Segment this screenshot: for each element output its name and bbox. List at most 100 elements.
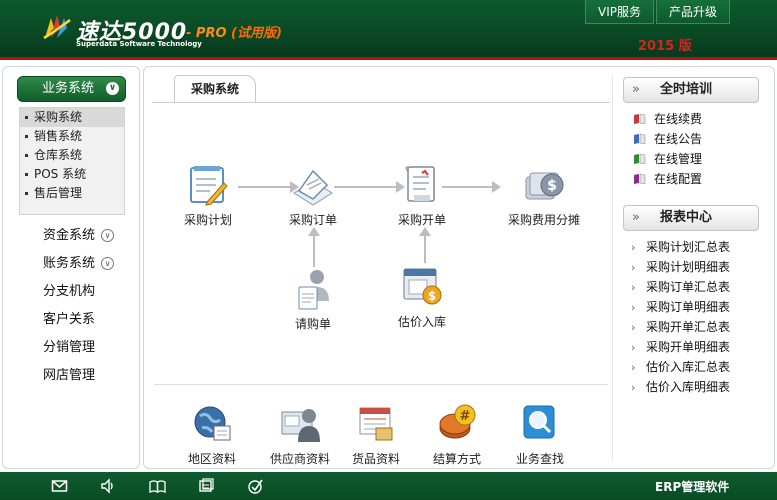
chevron-right-icon: › xyxy=(631,381,636,394)
quick-label: 业务查找 xyxy=(515,452,564,466)
report-link-label: 采购计划汇总表 xyxy=(646,240,731,254)
report-link-label: 估价入库汇总表 xyxy=(646,360,731,374)
window-icon[interactable] xyxy=(198,478,215,494)
panel-divider xyxy=(612,75,613,461)
book-icon xyxy=(634,173,646,184)
flow-node-label: 估价入库 xyxy=(397,315,446,329)
mail-icon[interactable] xyxy=(51,478,68,494)
sidebar-item-funds[interactable]: 资金系统 ∨ xyxy=(43,224,115,243)
report-link-label: 采购计划明细表 xyxy=(646,260,731,274)
sidebar-group-business[interactable]: 业务系统 ∨ xyxy=(17,76,126,102)
report-center-title: 报表中心 xyxy=(660,210,713,225)
logo-mark-icon xyxy=(43,15,71,40)
flow-node-label: 采购计划 xyxy=(183,213,232,227)
book-icon xyxy=(634,133,646,144)
version-year: 2015 版 xyxy=(638,39,692,54)
book-icon xyxy=(634,113,646,124)
quick-business-search[interactable]: 业务查找 xyxy=(495,402,585,467)
report-link[interactable]: › 估价入库汇总表 xyxy=(631,358,730,375)
report-link[interactable]: › 估价入库明细表 xyxy=(631,378,730,395)
report-center-header: » 报表中心 xyxy=(623,205,759,231)
report-link[interactable]: › 采购开单汇总表 xyxy=(631,318,730,335)
training-title: 全时培训 xyxy=(660,82,713,97)
report-link[interactable]: › 采购订单明细表 xyxy=(631,298,730,315)
check-icon[interactable] xyxy=(247,478,264,494)
book-icon[interactable] xyxy=(149,478,166,494)
training-link-label: 在线管理 xyxy=(654,152,703,166)
sidebar: 业务系统 ∨ 采购系统 销售系统 仓库系统 POS 系统 售后管理 资金系统 ∨ … xyxy=(2,66,140,469)
chevron-down-icon: ∨ xyxy=(101,229,115,242)
chevron-right-icon: › xyxy=(631,341,636,354)
business-submenu: 采购系统 销售系统 仓库系统 POS 系统 售后管理 xyxy=(19,107,125,215)
report-link[interactable]: › 采购计划明细表 xyxy=(631,258,730,275)
report-link-label: 采购订单明细表 xyxy=(646,300,731,314)
quick-region-data[interactable]: 地区资料 xyxy=(167,402,257,467)
quick-goods-data[interactable]: 货品资料 xyxy=(331,402,421,467)
quick-label: 结算方式 xyxy=(432,452,481,466)
footer-text: ERP管理软件 xyxy=(655,480,730,494)
training-link-config[interactable]: 在线配置 xyxy=(633,170,702,187)
book-icon xyxy=(634,153,646,164)
chevron-right-icon: › xyxy=(631,321,636,334)
svg-text:$: $ xyxy=(547,178,557,194)
flow-node-cost-allocation[interactable]: $ 采购费用分摊 xyxy=(494,163,594,228)
quick-label: 货品资料 xyxy=(351,452,400,466)
sidebar-item-crm[interactable]: 客户关系 xyxy=(43,308,95,327)
submenu-item-warehouse[interactable]: 仓库系统 xyxy=(20,146,124,165)
supplier-icon xyxy=(278,402,322,446)
report-link-label: 采购开单明细表 xyxy=(646,340,731,354)
speaker-icon[interactable] xyxy=(100,478,117,494)
report-link[interactable]: › 采购计划汇总表 xyxy=(631,238,730,255)
flow-node-label: 采购订单 xyxy=(288,213,337,227)
report-link-label: 估价入库明细表 xyxy=(646,380,731,394)
sidebar-item-online-store[interactable]: 网店管理 xyxy=(43,364,95,383)
tab-purchase[interactable]: 采购系统 xyxy=(174,75,256,102)
flow-node-purchase-bill[interactable]: 采购开单 xyxy=(377,163,467,228)
submenu-item-pos[interactable]: POS 系统 xyxy=(20,165,124,184)
flow-arrow xyxy=(308,227,320,267)
training-link-label: 在线配置 xyxy=(654,172,703,186)
chevron-right-icon: › xyxy=(631,301,636,314)
submenu-item-after-sales[interactable]: 售后管理 xyxy=(20,184,124,203)
training-link-notice[interactable]: 在线公告 xyxy=(633,130,702,147)
flow-node-purchase-order[interactable]: 采购订单 xyxy=(268,163,358,228)
training-link-renew[interactable]: 在线续费 xyxy=(633,110,702,127)
flow-node-label: 采购费用分摊 xyxy=(507,213,580,227)
sidebar-item-distribution[interactable]: 分销管理 xyxy=(43,336,95,355)
sidebar-item-accounts[interactable]: 账务系统 ∨ xyxy=(43,252,115,271)
edition-label: - PRO (试用版) xyxy=(186,22,282,41)
goods-icon xyxy=(354,402,398,446)
svg-text:$: $ xyxy=(428,289,436,303)
order-icon xyxy=(291,163,335,207)
globe-icon xyxy=(190,402,234,446)
trial-label: (试用版) xyxy=(231,26,282,41)
sidebar-item-label: 资金系统 xyxy=(43,228,96,243)
training-header: » 全时培训 xyxy=(623,77,759,103)
product-upgrade-button[interactable]: 产品升级 xyxy=(656,0,731,24)
chevron-down-icon: ∨ xyxy=(106,82,119,95)
flow-node-requisition[interactable]: 请购单 xyxy=(268,267,358,332)
flow-node-label: 采购开单 xyxy=(397,213,446,227)
training-link-label: 在线续费 xyxy=(654,112,703,126)
report-link-label: 采购开单汇总表 xyxy=(646,320,731,334)
chevron-right-icon: › xyxy=(631,361,636,374)
double-chevron-icon: » xyxy=(632,82,640,97)
report-link[interactable]: › 采购订单汇总表 xyxy=(631,278,730,295)
training-link-manage[interactable]: 在线管理 xyxy=(633,150,702,167)
sidebar-group-label: 业务系统 xyxy=(42,81,95,96)
vip-service-button[interactable]: VIP服务 xyxy=(585,0,654,24)
flow-node-purchase-plan[interactable]: 采购计划 xyxy=(163,163,253,228)
flow-node-estimated-stock-in[interactable]: $ 估价入库 xyxy=(377,265,467,330)
svg-text:#: # xyxy=(460,409,471,424)
report-link-label: 采购订单汇总表 xyxy=(646,280,731,294)
submenu-item-sales[interactable]: 销售系统 xyxy=(20,127,124,146)
requisition-icon xyxy=(291,267,335,311)
report-link[interactable]: › 采购开单明细表 xyxy=(631,338,730,355)
submenu-item-purchase[interactable]: 采购系统 xyxy=(20,108,124,127)
sidebar-item-label: 账务系统 xyxy=(43,256,96,271)
edition-text: - PRO xyxy=(186,26,227,41)
quick-settlement-method[interactable]: # 结算方式 xyxy=(412,402,502,467)
sidebar-item-branches[interactable]: 分支机构 xyxy=(43,280,95,299)
app-header: 速达5000 Superdata Software Technology - P… xyxy=(0,0,777,60)
brand-subtitle: Superdata Software Technology xyxy=(76,40,202,48)
